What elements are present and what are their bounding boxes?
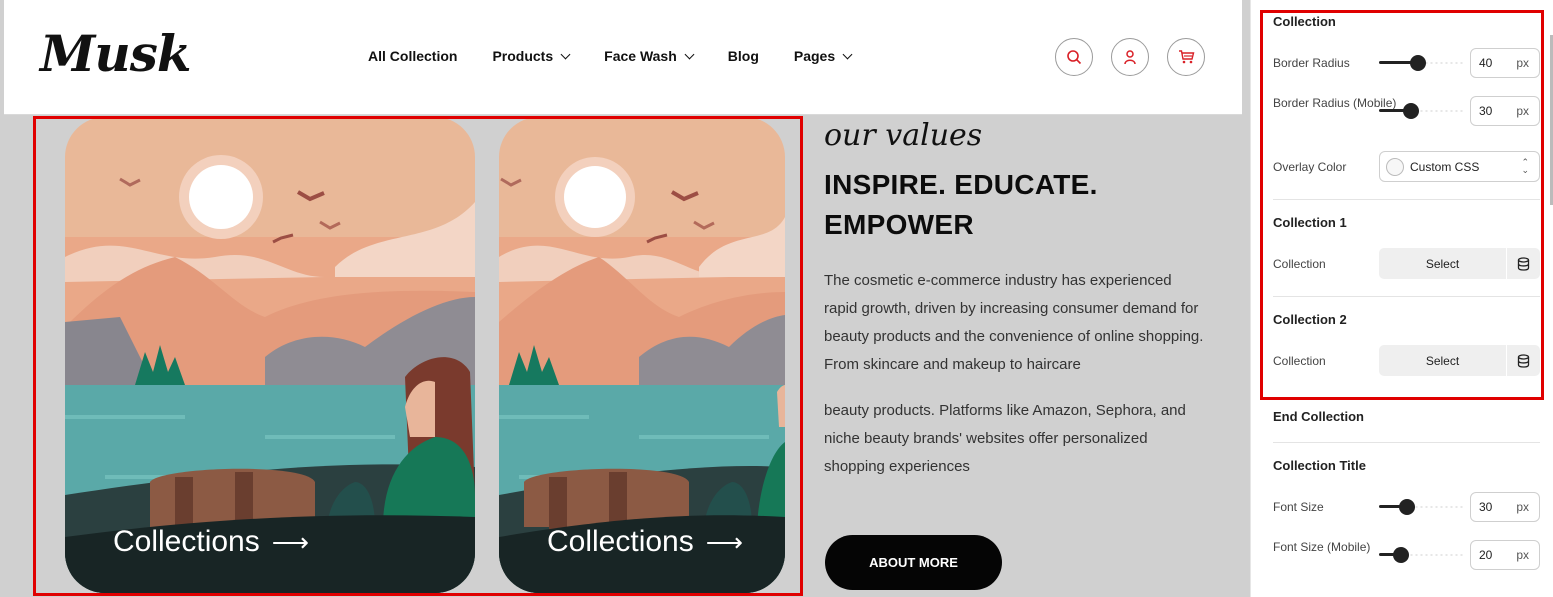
- nav-blog[interactable]: Blog: [728, 48, 759, 64]
- collection-1-picker: Select: [1379, 248, 1540, 279]
- search-button[interactable]: [1055, 38, 1093, 76]
- collection-card-2[interactable]: Collections ⟶: [499, 117, 785, 593]
- slider-knob[interactable]: [1393, 547, 1409, 563]
- values-section: our values INSPIRE. EDUCATE. EMPOWER The…: [824, 118, 1204, 481]
- font-size-mobile-slider[interactable]: [1379, 547, 1463, 563]
- divider: [1273, 199, 1540, 200]
- nav-all-collection[interactable]: All Collection: [368, 48, 457, 64]
- collection-1-label: Collection: [1273, 257, 1326, 271]
- collection-card-title: Collections ⟶: [547, 525, 743, 559]
- site-logo[interactable]: Musk: [40, 24, 191, 83]
- nav-label: Products: [492, 48, 554, 64]
- border-radius-label: Border Radius: [1273, 56, 1350, 70]
- section-title-collection-title: Collection Title: [1273, 458, 1366, 473]
- updown-chevron-icon: ⌃ ⌄: [1521, 157, 1529, 175]
- collection-label: Collections: [547, 525, 694, 558]
- unit-label: px: [1516, 548, 1529, 562]
- values-headline: INSPIRE. EDUCATE. EMPOWER: [824, 169, 1098, 240]
- values-eyebrow: our values: [824, 118, 983, 153]
- color-swatch: [1386, 157, 1404, 176]
- collection-2-label: Collection: [1273, 354, 1326, 368]
- database-icon: [1517, 256, 1530, 271]
- overlay-color-label: Overlay Color: [1273, 160, 1347, 174]
- chevron-down-icon: [684, 49, 695, 59]
- unit-label: px: [1516, 500, 1529, 514]
- font-size-mobile-input[interactable]: 20 px: [1470, 540, 1540, 570]
- overlay-color-select[interactable]: Custom CSS ⌃ ⌄: [1379, 151, 1540, 182]
- unit-label: px: [1516, 104, 1529, 118]
- search-icon: [1067, 50, 1082, 65]
- slider-fill: [1379, 61, 1414, 64]
- page-preview: Musk All Collection Products Face Wash B…: [0, 0, 1250, 597]
- nav-label: Pages: [793, 48, 836, 64]
- section-title-collection-2: Collection 2: [1273, 312, 1347, 327]
- cart-button[interactable]: [1167, 38, 1205, 76]
- section-title-end-collection: End Collection: [1273, 409, 1364, 424]
- section-title-collection-1: Collection 1: [1273, 215, 1347, 230]
- slider-knob[interactable]: [1410, 55, 1426, 71]
- values-paragraph-2: beauty products. Platforms like Amazon, …: [824, 402, 1186, 475]
- slider-knob[interactable]: [1399, 499, 1415, 515]
- number-value: 30: [1479, 104, 1493, 118]
- collection-2-select-button[interactable]: Select: [1379, 345, 1506, 376]
- number-value: 40: [1479, 56, 1493, 70]
- database-icon: [1517, 353, 1530, 368]
- font-size-slider[interactable]: [1379, 499, 1463, 515]
- number-value: 30: [1479, 500, 1493, 514]
- user-icon: [1124, 50, 1136, 65]
- chevron-down-icon: [560, 49, 571, 59]
- border-radius-mobile-input[interactable]: 30 px: [1470, 96, 1540, 126]
- collection-2-database-button[interactable]: [1507, 345, 1540, 376]
- collection-card-1[interactable]: Collections ⟶: [65, 117, 475, 593]
- overlay-color-value: Custom CSS: [1410, 159, 1480, 174]
- border-radius-slider[interactable]: [1379, 55, 1463, 71]
- unit-label: px: [1516, 56, 1529, 70]
- nav-label: Blog: [727, 48, 759, 64]
- number-value: 20: [1479, 548, 1493, 562]
- border-radius-mobile-label: Border Radius (Mobile): [1273, 96, 1397, 110]
- border-radius-input[interactable]: 40 px: [1470, 48, 1540, 78]
- divider: [1273, 442, 1540, 443]
- nav-pages[interactable]: Pages: [793, 48, 853, 64]
- values-paragraph-1: The cosmetic e-commerce industry has exp…: [824, 272, 1204, 373]
- collection-label: Collections: [113, 525, 260, 558]
- collection-1-select-button[interactable]: Select: [1379, 248, 1506, 279]
- collection-illustration: [499, 117, 785, 593]
- font-size-label: Font Size: [1273, 500, 1324, 514]
- font-size-input[interactable]: 30 px: [1470, 492, 1540, 522]
- collection-1-database-button[interactable]: [1507, 248, 1540, 279]
- collection-illustration: [65, 117, 475, 593]
- about-more-button[interactable]: ABOUT MORE: [825, 535, 1002, 590]
- chevron-down-icon: [842, 49, 853, 59]
- nav-products[interactable]: Products: [492, 48, 571, 64]
- border-radius-mobile-slider[interactable]: [1379, 103, 1463, 119]
- nav-face-wash[interactable]: Face Wash: [604, 48, 695, 64]
- site-header: Musk All Collection Products Face Wash B…: [4, 0, 1242, 115]
- section-title-collection: Collection: [1273, 14, 1336, 29]
- slider-knob[interactable]: [1403, 103, 1419, 119]
- nav-label: All Collection: [368, 48, 458, 64]
- account-button[interactable]: [1111, 38, 1149, 76]
- nav-label: Face Wash: [604, 48, 677, 64]
- collection-2-picker: Select: [1379, 345, 1540, 376]
- collection-card-title: Collections ⟶: [113, 525, 309, 559]
- arrow-right-icon: ⟶: [271, 526, 310, 557]
- cart-icon: [1178, 50, 1194, 64]
- divider: [1273, 296, 1540, 297]
- font-size-mobile-label: Font Size (Mobile): [1273, 540, 1371, 554]
- arrow-right-icon: ⟶: [705, 526, 744, 557]
- main-nav: All Collection Products Face Wash Blog P…: [368, 48, 886, 64]
